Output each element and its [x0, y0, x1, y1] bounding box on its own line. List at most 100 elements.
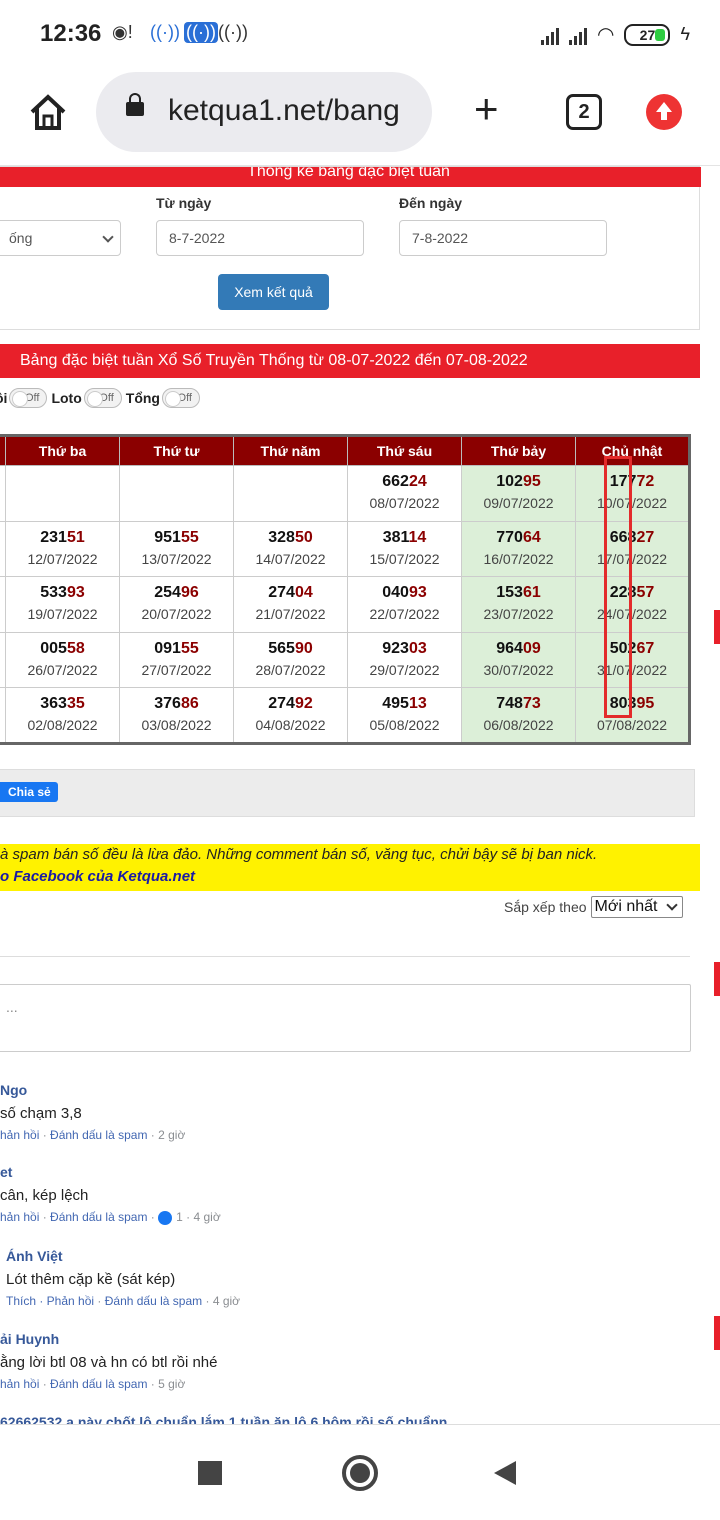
result-number: 17772 [576, 472, 688, 492]
number-tail: 73 [522, 694, 541, 712]
comment-text: cân, kép lệch [0, 1187, 89, 1204]
spam-link[interactable]: Đánh dấu là spam [50, 1128, 147, 1142]
antenna-icon: ((·)) [218, 22, 248, 42]
reply-link[interactable]: hản hồi [0, 1128, 39, 1142]
battery-level: 27 [639, 26, 656, 43]
table-row: 00558 26/07/2022 09155 27/07/2022 56590 28/07… [0, 631, 690, 688]
comment-time: 4 giờ [212, 1294, 241, 1308]
number-tail: 95 [522, 473, 541, 491]
number-tail: 09 [522, 639, 541, 657]
number-head: 565 [268, 639, 295, 657]
battery-icon: 27 [624, 23, 671, 46]
table-cell: 50267 31/07/2022 [575, 631, 690, 688]
from-date-input[interactable]: 8-7-2022 [156, 220, 364, 256]
comment-input[interactable]: ... [0, 984, 691, 1052]
results-table: Thứ ba Thứ tư Thứ năm Thứ sáu Thứ bảy Chủ nhậ… [0, 434, 691, 745]
share-button[interactable]: Chia sẻ [0, 782, 58, 802]
result-number: 80395 [576, 694, 688, 714]
filter-banner: Thống kê bảng đặc biệt tuần [0, 167, 701, 187]
toggle-label: Loto [51, 390, 82, 406]
comment-author[interactable]: Ánh Việt [6, 1246, 240, 1266]
charging-icon: ϟ [680, 24, 690, 44]
result-number: 32850 [234, 528, 347, 548]
result-number: 66224 [348, 472, 461, 492]
table-cell: 66224 08/07/2022 [347, 465, 462, 522]
number-tail: 61 [522, 584, 541, 602]
comment-time: 4 giờ [193, 1210, 221, 1224]
tab-switcher-button[interactable]: 2 [566, 94, 602, 130]
result-date: 03/08/2022 [141, 716, 212, 733]
facebook-link[interactable]: o Facebook của Ketqua.net [0, 868, 195, 885]
result-date: 14/07/2022 [255, 550, 326, 567]
comment-author[interactable]: et [0, 1162, 221, 1182]
spam-link[interactable]: Đánh dấu là spam [50, 1210, 147, 1224]
new-tab-button[interactable]: + [474, 88, 499, 130]
result-date: 19/07/2022 [27, 606, 98, 623]
side-tab [714, 1316, 720, 1350]
result-date: 12/07/2022 [27, 550, 98, 567]
comment-author[interactable]: 62662532 a này chốt lô chuẩn lắm 1 tuần … [0, 1412, 447, 1424]
table-cell: 38114 15/07/2022 [347, 520, 462, 577]
number-tail: 96 [180, 584, 199, 602]
comment-author[interactable]: Ngo [0, 1080, 185, 1100]
notice-banner: à spam bán số đều là lừa đảo. Những comm… [0, 844, 700, 891]
back-button[interactable] [494, 1461, 516, 1485]
number-head: 662 [382, 473, 409, 491]
table-cell: 66827 17/07/2022 [575, 520, 690, 577]
result-number: 25496 [120, 583, 233, 603]
result-date: 27/07/2022 [141, 661, 212, 678]
sort-control: Sắp xếp theo Mới nhất [504, 896, 683, 918]
result-date: 05/08/2022 [369, 716, 440, 733]
column-header: Thứ sáu [347, 435, 462, 466]
toggle-switch[interactable]: Off [83, 388, 122, 408]
result-number: 56590 [234, 639, 347, 659]
table-cell: 74873 06/08/2022 [461, 687, 576, 744]
result-date: 02/08/2022 [27, 716, 98, 733]
home-button[interactable] [342, 1455, 378, 1491]
result-number: 10295 [462, 472, 575, 492]
table-cell: 53393 19/07/2022 [5, 576, 120, 633]
table-title: Bảng đặc biệt tuần Xổ Số Truyền Thống từ… [0, 344, 700, 378]
hotspot-active-icon: ((·)) [184, 22, 218, 43]
table-cell: 27404 21/07/2022 [233, 576, 348, 633]
result-number: 37686 [120, 694, 233, 714]
number-head: 533 [40, 584, 67, 602]
number-head: 274 [268, 694, 295, 712]
toggle-switch[interactable]: Off [9, 388, 48, 408]
signal-icon [541, 25, 560, 45]
result-number: 53393 [6, 583, 119, 603]
table-cell: 95155 13/07/2022 [119, 520, 234, 577]
toggle-switch[interactable]: Off [162, 388, 200, 408]
table-cell: 17772 10/07/2022 [575, 465, 690, 522]
column-header: Thứ ba [5, 435, 120, 466]
comment-author[interactable]: ải Huynh [0, 1329, 217, 1349]
sort-select[interactable]: Mới nhất [590, 896, 683, 918]
number-tail: 67 [636, 639, 655, 657]
number-tail: 64 [522, 528, 541, 546]
number-head: 228 [609, 584, 637, 602]
result-date: 17/07/2022 [596, 550, 668, 567]
table-row: 66224 08/07/2022 10295 09/07/2022 17772 10/07… [0, 465, 690, 522]
number-head: 748 [496, 694, 523, 712]
update-icon[interactable] [646, 94, 682, 130]
number-tail: 03 [408, 639, 427, 657]
to-date-input[interactable]: 7-8-2022 [399, 220, 607, 256]
reply-link[interactable]: Thích · Phản hồi [6, 1294, 94, 1308]
number-head: 495 [382, 694, 409, 712]
view-results-button[interactable]: Xem kết quả [218, 274, 329, 310]
home-icon[interactable] [28, 92, 68, 132]
screen: 12:36 ◉! ((·)) ((·)) ((·)) ◠ 27 ϟ ketqua… [0, 0, 720, 1520]
toggle-label: Tổng [125, 390, 160, 406]
reply-link[interactable]: hản hồi [0, 1210, 39, 1224]
reply-link[interactable]: hản hồi [0, 1377, 39, 1391]
address-bar[interactable]: ketqua1.net/bang [96, 72, 432, 152]
type-select[interactable]: ống [0, 220, 121, 256]
spam-link[interactable]: Đánh dấu là spam [105, 1294, 202, 1308]
result-number: 27492 [234, 694, 347, 714]
table-cell [119, 465, 234, 522]
column-header: Thứ tư [119, 435, 234, 466]
spam-link[interactable]: Đánh dấu là spam [50, 1377, 147, 1391]
number-tail: 27 [636, 528, 655, 546]
recents-button[interactable] [198, 1461, 222, 1485]
number-head: 005 [40, 639, 67, 657]
